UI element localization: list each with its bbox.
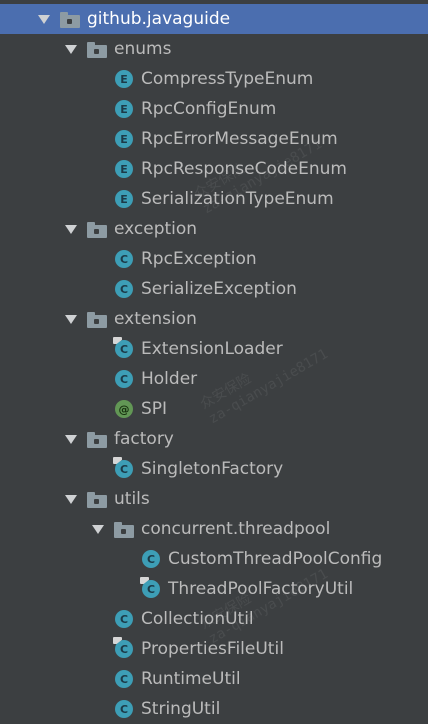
tree-node-label: SPI bbox=[141, 399, 168, 419]
class-icon: C bbox=[114, 279, 134, 299]
tree-node-enum-file[interactable]: E RpcResponseCodeEnum bbox=[0, 154, 428, 184]
tree-node-class-file[interactable]: C RuntimeUtil bbox=[0, 664, 428, 694]
tree-node-class-file[interactable]: C CollectionUtil bbox=[0, 604, 428, 634]
tree-node-label: RpcResponseCodeEnum bbox=[141, 159, 347, 179]
enum-icon: E bbox=[114, 159, 134, 179]
tree-node-label: exception bbox=[114, 219, 198, 239]
collapse-arrow-icon[interactable] bbox=[61, 424, 81, 454]
tree-node-label: RpcConfigEnum bbox=[141, 99, 277, 119]
final-class-icon: C bbox=[113, 637, 134, 659]
tree-node-class-file[interactable]: C Holder bbox=[0, 364, 428, 394]
class-icon: C bbox=[114, 609, 134, 629]
tree-node-label: enums bbox=[114, 39, 172, 59]
final-class-icon: C bbox=[113, 457, 134, 479]
tree-node-enum-file[interactable]: E CompressTypeEnum bbox=[0, 64, 428, 94]
package-folder-icon bbox=[60, 12, 80, 28]
tree-node-final-class-file[interactable]: C PropertiesFileUtil bbox=[0, 634, 428, 664]
annotation-icon: @ bbox=[114, 399, 134, 419]
tree-node-factory-package[interactable]: factory bbox=[0, 424, 428, 454]
tree-node-class-file[interactable]: C StringUtil bbox=[0, 694, 428, 724]
class-icon: C bbox=[114, 669, 134, 689]
final-class-icon: C bbox=[140, 577, 161, 599]
enum-icon: E bbox=[114, 129, 134, 149]
tree-node-enum-file[interactable]: E SerializationTypeEnum bbox=[0, 184, 428, 214]
tree-node-label: RuntimeUtil bbox=[141, 669, 241, 689]
tree-node-label: extension bbox=[114, 309, 197, 329]
class-icon: C bbox=[114, 369, 134, 389]
tree-node-concurrent-package[interactable]: concurrent.threadpool bbox=[0, 514, 428, 544]
tree-node-label: RpcException bbox=[141, 249, 257, 269]
tree-node-label: concurrent.threadpool bbox=[141, 519, 331, 539]
tree-node-final-class-file[interactable]: C SingletonFactory bbox=[0, 454, 428, 484]
collapse-arrow-icon[interactable] bbox=[34, 4, 54, 34]
tree-node-label: ExtensionLoader bbox=[141, 339, 283, 359]
tree-node-enum-file[interactable]: E RpcConfigEnum bbox=[0, 94, 428, 124]
tree-node-label: PropertiesFileUtil bbox=[141, 639, 284, 659]
collapse-arrow-icon[interactable] bbox=[61, 484, 81, 514]
enum-icon: E bbox=[114, 99, 134, 119]
tree-node-label: CollectionUtil bbox=[141, 609, 254, 629]
tree-node-label: RpcErrorMessageEnum bbox=[141, 129, 338, 149]
tree-node-label: utils bbox=[114, 489, 150, 509]
tree-node-label: SingletonFactory bbox=[141, 459, 284, 479]
package-folder-icon bbox=[87, 492, 107, 508]
class-icon: C bbox=[141, 549, 161, 569]
collapse-arrow-icon[interactable] bbox=[61, 214, 81, 244]
class-icon: C bbox=[114, 699, 134, 719]
tree-node-label: ThreadPoolFactoryUtil bbox=[168, 579, 354, 599]
tree-node-label: SerializeException bbox=[141, 279, 297, 299]
collapse-arrow-icon[interactable] bbox=[61, 34, 81, 64]
package-folder-icon bbox=[87, 222, 107, 238]
tree-node-root-package[interactable]: github.javaguide bbox=[0, 4, 428, 34]
package-folder-icon bbox=[87, 42, 107, 58]
tree-node-class-file[interactable]: C SerializeException bbox=[0, 274, 428, 304]
tree-node-extension-package[interactable]: extension bbox=[0, 304, 428, 334]
tree-node-label: SerializationTypeEnum bbox=[141, 189, 334, 209]
tree-node-label: github.javaguide bbox=[87, 9, 231, 29]
tree-node-final-class-file[interactable]: C ThreadPoolFactoryUtil bbox=[0, 574, 428, 604]
collapse-arrow-icon[interactable] bbox=[88, 514, 108, 544]
tree-node-enums-package[interactable]: enums bbox=[0, 34, 428, 64]
tree-node-label: StringUtil bbox=[141, 699, 221, 719]
tree-node-final-class-file[interactable]: C ExtensionLoader bbox=[0, 334, 428, 364]
class-icon: C bbox=[114, 249, 134, 269]
tree-node-label: factory bbox=[114, 429, 174, 449]
package-folder-icon bbox=[114, 522, 134, 538]
enum-icon: E bbox=[114, 189, 134, 209]
package-folder-icon bbox=[87, 312, 107, 328]
enum-icon: E bbox=[114, 69, 134, 89]
tree-node-label: CustomThreadPoolConfig bbox=[168, 549, 383, 569]
tree-node-exception-package[interactable]: exception bbox=[0, 214, 428, 244]
package-folder-icon bbox=[87, 432, 107, 448]
tree-node-class-file[interactable]: C RpcException bbox=[0, 244, 428, 274]
collapse-arrow-icon[interactable] bbox=[61, 304, 81, 334]
tree-node-annotation-file[interactable]: @ SPI bbox=[0, 394, 428, 424]
tree-node-label: Holder bbox=[141, 369, 198, 389]
tree-node-class-file[interactable]: C CustomThreadPoolConfig bbox=[0, 544, 428, 574]
tree-node-label: CompressTypeEnum bbox=[141, 69, 314, 89]
project-tree[interactable]: github.javaguide enums E CompressTypeEnu… bbox=[0, 0, 428, 723]
tree-node-utils-package[interactable]: utils bbox=[0, 484, 428, 514]
tree-node-enum-file[interactable]: E RpcErrorMessageEnum bbox=[0, 124, 428, 154]
final-class-icon: C bbox=[113, 337, 134, 359]
